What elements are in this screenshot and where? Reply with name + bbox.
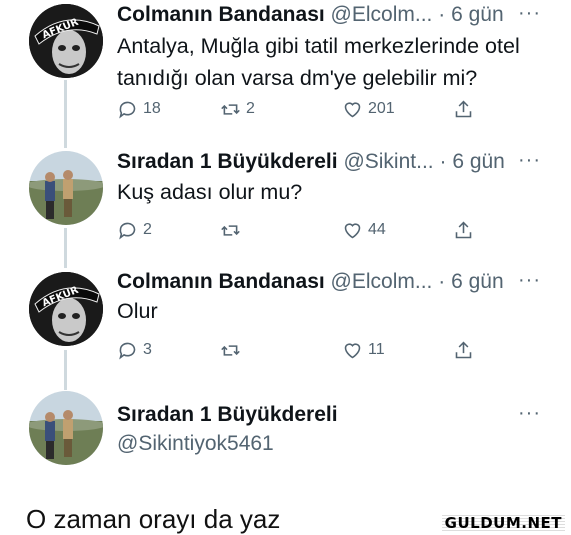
share-icon [455, 341, 472, 358]
share-button[interactable] [453, 217, 474, 243]
handle[interactable]: @Sikint... [343, 150, 433, 173]
timestamp[interactable]: 6 gün [451, 3, 504, 26]
display-name[interactable]: Sıradan 1 Büyükdereli [117, 403, 338, 427]
tweet-actions: 18 2 201 [117, 96, 477, 122]
retweet-icon [221, 103, 240, 115]
like-button[interactable]: 11 [342, 337, 385, 363]
tweet-header: Colmanın Bandanası @Elcolm... · 6 gün [117, 3, 504, 27]
avatar-image: AFKUR [29, 4, 103, 78]
like-count: 201 [368, 100, 395, 117]
like-button[interactable]: 44 [342, 217, 386, 243]
share-button[interactable] [453, 337, 474, 363]
avatar[interactable]: AFKUR [29, 4, 103, 78]
timestamp[interactable]: 6 gün [451, 270, 504, 293]
watermark: GULDUM.NET [441, 513, 565, 533]
tweet-text-line: Kuş adası olur mu? [117, 180, 303, 204]
avatar[interactable] [29, 151, 103, 225]
avatar-image [29, 151, 103, 225]
retweet-button[interactable] [220, 337, 246, 363]
handle[interactable]: @Elcolm... [331, 3, 433, 26]
reply-button[interactable]: 3 [117, 337, 152, 363]
avatar[interactable]: AFKUR [29, 272, 103, 346]
like-button[interactable]: 201 [342, 96, 395, 122]
reply-button[interactable]: 2 [117, 217, 152, 243]
display-name[interactable]: Colmanın Bandanası [117, 270, 325, 293]
tweet-header: Colmanın Bandanası @Elcolm... · 6 gün [117, 270, 504, 294]
heart-icon [344, 101, 361, 117]
tweet-text-line: tanıdığı olan varsa dm'ye gelebilir mi? [117, 66, 478, 90]
handle[interactable]: @Sikintiyok5461 [117, 432, 274, 456]
share-button[interactable] [453, 96, 474, 122]
reply-count: 18 [143, 100, 161, 117]
tweet-text: Kuş adası olur mu? [117, 176, 302, 208]
tweet-header: Sıradan 1 Büyükdereli @Sikint... · 6 gün [117, 150, 505, 174]
tweet-text: Olur [117, 295, 158, 327]
reply-icon [119, 101, 136, 118]
avatar[interactable] [29, 391, 103, 465]
avatar-image: AFKUR [29, 272, 103, 346]
timestamp[interactable]: 6 gün [452, 150, 505, 173]
tweet-text: Antalya, Muğla gibi tatil merkezlerinde … [117, 30, 520, 94]
more-options-icon[interactable]: ··· [518, 269, 541, 292]
retweet-button[interactable] [220, 217, 246, 243]
separator: · [438, 270, 446, 293]
handle[interactable]: @Elcolm... [331, 270, 433, 293]
thread-line [64, 228, 67, 268]
retweet-icon [221, 224, 240, 236]
caption-text: O zaman orayı da yaz [26, 504, 281, 534]
display-name[interactable]: Sıradan 1 Büyükdereli [117, 150, 338, 173]
reply-icon [119, 222, 136, 239]
tweet-actions: 2 44 [117, 217, 477, 243]
reply-button[interactable]: 18 [117, 96, 161, 122]
more-options-icon[interactable]: ··· [518, 402, 541, 425]
thread-line [64, 350, 67, 390]
reply-count: 2 [143, 221, 152, 238]
like-count: 44 [368, 221, 386, 238]
like-count: 11 [368, 341, 385, 358]
reply-count: 3 [143, 341, 152, 358]
separator: · [438, 3, 446, 26]
retweet-icon [221, 344, 240, 356]
tweet-actions: 3 11 [117, 337, 477, 363]
tweet-text-line: Antalya, Muğla gibi tatil merkezlerinde … [117, 34, 520, 58]
tweet-text-line: Olur [117, 299, 158, 323]
more-options-icon[interactable]: ··· [518, 149, 541, 172]
share-icon [455, 221, 472, 238]
retweet-button[interactable]: 2 [220, 96, 255, 122]
thread-line [64, 80, 67, 148]
retweet-count: 2 [246, 100, 255, 117]
separator: · [439, 150, 447, 173]
heart-icon [344, 222, 361, 238]
more-options-icon[interactable]: ··· [518, 2, 541, 25]
share-icon [455, 100, 472, 117]
avatar-image [29, 391, 103, 465]
heart-icon [344, 342, 361, 358]
display-name[interactable]: Colmanın Bandanası [117, 3, 325, 26]
reply-icon [119, 342, 136, 359]
